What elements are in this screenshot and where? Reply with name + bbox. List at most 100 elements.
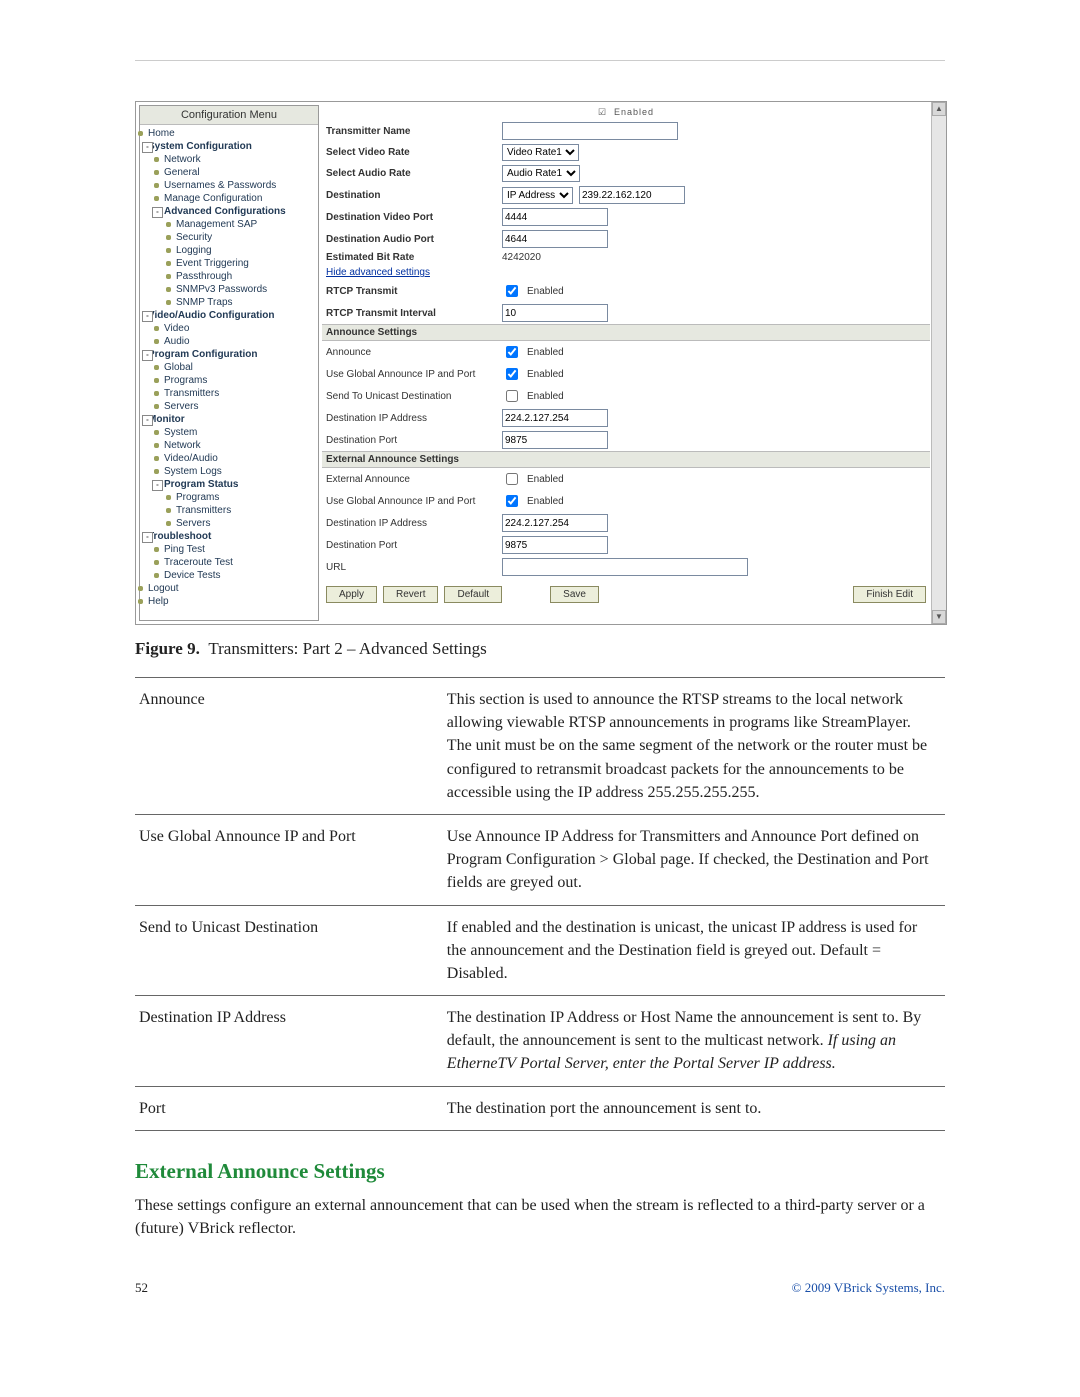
nav-item[interactable]: Network <box>144 439 314 452</box>
nav-item[interactable]: System <box>144 426 314 439</box>
use-global-checkbox[interactable] <box>506 368 518 380</box>
send-unicast-checkbox[interactable] <box>506 390 518 402</box>
vertical-scrollbar[interactable]: ▲ ▼ <box>931 102 946 624</box>
tree-toggle-icon[interactable]: - <box>142 415 153 426</box>
nav-item[interactable]: Event Triggering <box>144 257 314 270</box>
nav-item[interactable]: Usernames & Passwords <box>144 179 314 192</box>
nav-item[interactable]: Network <box>144 153 314 166</box>
nav-item[interactable]: Logout <box>144 582 314 595</box>
audio-rate-select[interactable]: Audio Rate1 <box>502 165 580 182</box>
definition-cell: This section is used to announce the RTS… <box>443 678 945 815</box>
rtcp-interval-input[interactable] <box>502 304 608 322</box>
nav-item-label: Servers <box>164 401 198 412</box>
apply-button[interactable]: Apply <box>326 586 377 603</box>
tree-toggle-icon[interactable]: - <box>142 311 153 322</box>
rtcp-transmit-label: RTCP Transmit <box>326 286 496 297</box>
nav-item[interactable]: Transmitters <box>144 504 314 517</box>
rtcp-transmit-checkbox[interactable] <box>506 285 518 297</box>
config-sidebar: Configuration Menu Home-System Configura… <box>139 105 319 621</box>
nav-item[interactable]: -Monitor <box>144 413 314 426</box>
ann-dest-port-input[interactable] <box>502 431 608 449</box>
definition-cell: If enabled and the destination is unicas… <box>443 905 945 996</box>
nav-item[interactable]: Traceroute Test <box>144 556 314 569</box>
definition-cell: The destination port the announcement is… <box>443 1086 945 1130</box>
ext-announce-checkbox[interactable] <box>506 473 518 485</box>
bullet-icon <box>154 573 159 578</box>
destination-ip-input[interactable] <box>579 186 685 204</box>
page-number: 52 <box>135 1280 148 1296</box>
page-footer: 52 © 2009 VBrick Systems, Inc. <box>135 1280 945 1296</box>
nav-item[interactable]: Servers <box>144 400 314 413</box>
ann-dest-ip-input[interactable] <box>502 409 608 427</box>
nav-item[interactable]: SNMP Traps <box>144 296 314 309</box>
ext-use-global-checkbox[interactable] <box>506 495 518 507</box>
ann-dest-port-label: Destination Port <box>326 435 496 446</box>
nav-item[interactable]: -Troubleshoot <box>144 530 314 543</box>
nav-item[interactable]: System Logs <box>144 465 314 478</box>
nav-item[interactable]: Video <box>144 322 314 335</box>
nav-item[interactable]: Servers <box>144 517 314 530</box>
hide-advanced-link[interactable]: Hide advanced settings <box>326 267 496 278</box>
ext-dest-port-input[interactable] <box>502 536 608 554</box>
nav-item[interactable]: -System Configuration <box>144 140 314 153</box>
finish-edit-button[interactable]: Finish Edit <box>853 586 926 603</box>
bullet-icon <box>154 378 159 383</box>
url-input[interactable] <box>502 558 748 576</box>
nav-item[interactable]: Security <box>144 231 314 244</box>
nav-item[interactable]: Device Tests <box>144 569 314 582</box>
nav-item[interactable]: Transmitters <box>144 387 314 400</box>
bullet-icon <box>154 443 159 448</box>
announce-checkbox[interactable] <box>506 346 518 358</box>
ext-dest-ip-input[interactable] <box>502 514 608 532</box>
nav-item[interactable]: General <box>144 166 314 179</box>
section-heading: External Announce Settings <box>135 1159 945 1184</box>
nav-item[interactable]: -Program Configuration <box>144 348 314 361</box>
bullet-icon <box>166 521 171 526</box>
nav-item[interactable]: Manage Configuration <box>144 192 314 205</box>
nav-item[interactable]: Home <box>144 127 314 140</box>
bullet-icon <box>154 391 159 396</box>
body-paragraph: These settings configure an external ann… <box>135 1194 945 1240</box>
nav-item[interactable]: Video/Audio <box>144 452 314 465</box>
dest-video-port-input[interactable] <box>502 208 608 226</box>
nav-item[interactable]: Audio <box>144 335 314 348</box>
scroll-down-icon[interactable]: ▼ <box>932 610 946 624</box>
video-rate-select[interactable]: Video Rate1 <box>502 144 579 161</box>
bullet-icon <box>166 222 171 227</box>
tree-toggle-icon[interactable]: - <box>152 207 163 218</box>
save-button[interactable]: Save <box>550 586 599 603</box>
tree-toggle-icon[interactable]: - <box>142 142 153 153</box>
nav-item[interactable]: Programs <box>144 374 314 387</box>
transmitter-name-input[interactable] <box>502 122 678 140</box>
destination-type-select[interactable]: IP Address <box>502 187 573 204</box>
scroll-up-icon[interactable]: ▲ <box>932 102 946 116</box>
nav-item[interactable]: Global <box>144 361 314 374</box>
send-unicast-enabled-text: Enabled <box>527 391 564 402</box>
nav-item[interactable]: -Video/Audio Configuration <box>144 309 314 322</box>
default-button[interactable]: Default <box>444 586 502 603</box>
bullet-icon <box>166 235 171 240</box>
term-cell: Destination IP Address <box>135 996 443 1087</box>
nav-item[interactable]: Logging <box>144 244 314 257</box>
use-global-enabled-text: Enabled <box>527 369 564 380</box>
destination-label: Destination <box>326 190 496 201</box>
nav-item[interactable]: Programs <box>144 491 314 504</box>
nav-item[interactable]: Passthrough <box>144 270 314 283</box>
revert-button[interactable]: Revert <box>383 586 438 603</box>
nav-item[interactable]: Ping Test <box>144 543 314 556</box>
nav-item[interactable]: Help <box>144 595 314 608</box>
nav-item[interactable]: Management SAP <box>144 218 314 231</box>
nav-item[interactable]: -Program Status <box>144 478 314 491</box>
tree-toggle-icon[interactable]: - <box>142 350 153 361</box>
config-screenshot: ▲ ▼ Configuration Menu Home-System Confi… <box>135 101 947 625</box>
nav-item[interactable]: SNMPv3 Passwords <box>144 283 314 296</box>
nav-item[interactable]: -Advanced Configurations <box>144 205 314 218</box>
bullet-icon <box>166 261 171 266</box>
tree-toggle-icon[interactable]: - <box>142 532 153 543</box>
tree-toggle-icon[interactable]: - <box>152 480 163 491</box>
announce-label: Announce <box>326 347 496 358</box>
dest-audio-port-input[interactable] <box>502 230 608 248</box>
bullet-icon <box>154 456 159 461</box>
video-rate-label: Select Video Rate <box>326 147 496 158</box>
bullet-icon <box>166 274 171 279</box>
